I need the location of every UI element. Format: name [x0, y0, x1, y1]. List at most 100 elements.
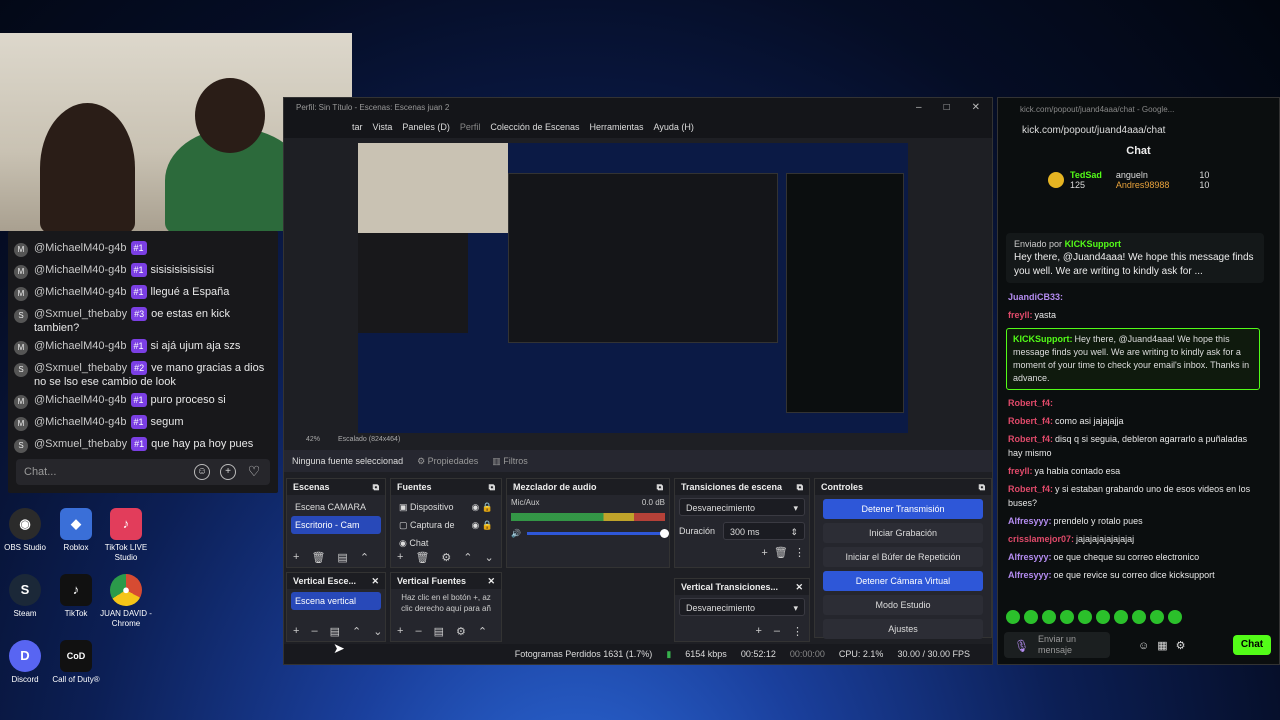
emote-icon[interactable]: [1168, 610, 1182, 624]
add-icon[interactable]: +: [293, 551, 299, 564]
chat-input[interactable]: Chat... ☺ + ♡: [16, 459, 270, 485]
scale-label[interactable]: Escalado (824x464): [338, 436, 400, 443]
vertical-transition-select[interactable]: Desvanecimiento ▾: [679, 598, 805, 616]
float-icon[interactable]: ⧉: [657, 482, 663, 493]
speaker-icon[interactable]: 🔊: [511, 529, 521, 538]
scene-item[interactable]: Escena CAMARA: [291, 498, 381, 516]
float-icon[interactable]: ⧉: [373, 482, 379, 493]
close-icon[interactable]: ✕: [972, 102, 980, 113]
emote-icon[interactable]: [1114, 610, 1128, 624]
desktop-icon-chrome[interactable]: ● JUAN DAVID - Chrome: [96, 574, 156, 629]
url-bar[interactable]: kick.com/popout/juand4aaa/chat: [998, 120, 1279, 140]
float-icon[interactable]: ⧉: [979, 482, 985, 493]
gear-icon[interactable]: ⚙: [1176, 640, 1194, 652]
emote-icon[interactable]: [1150, 610, 1164, 624]
mic-icon[interactable]: 🎙: [1014, 639, 1029, 653]
trash-icon[interactable]: 🗑: [311, 551, 325, 564]
stop-virtual-camera-button[interactable]: Detener Cámara Virtual: [823, 571, 983, 591]
trash-icon[interactable]: 🗑: [415, 551, 429, 564]
add-icon[interactable]: +: [397, 625, 403, 638]
source-item[interactable]: ▢ Captura de ◉ 🔒: [395, 516, 497, 534]
visibility-icon[interactable]: ◉ 🔒: [471, 516, 497, 534]
chat-username: @MichaelM40-g4b: [34, 416, 127, 428]
chevron-down-icon[interactable]: ⌄: [485, 551, 494, 564]
add-icon[interactable]: +: [397, 551, 403, 564]
chat-message: crisslamejor07: jajajajajajajajaj: [998, 530, 1268, 548]
studio-mode-button[interactable]: Modo Estudio: [823, 595, 983, 615]
emote-icon[interactable]: [1132, 610, 1146, 624]
emote-icon[interactable]: [1024, 610, 1038, 624]
maximize-icon[interactable]: □: [944, 102, 950, 113]
menu-scene-collection[interactable]: Colección de Escenas: [490, 122, 579, 132]
stop-streaming-button[interactable]: Detener Transmisión: [823, 499, 983, 519]
menu-profile[interactable]: Perfil: [460, 122, 481, 132]
pinned-message[interactable]: Enviado por KICKSupport Hey there, @Juan…: [1006, 233, 1264, 283]
desktop-icon-call-of-duty[interactable]: CoD Call of Duty®: [46, 640, 106, 685]
trash-icon[interactable]: 🗑: [774, 547, 788, 559]
zoom-level[interactable]: 42%: [306, 436, 320, 443]
source-item[interactable]: ▣ Dispositivo ◉ 🔒: [395, 498, 497, 516]
chevron-up-icon[interactable]: ⌃: [463, 551, 472, 564]
chevron-up-icon[interactable]: ⌃: [352, 625, 361, 638]
menu-tools[interactable]: Herramientas: [589, 122, 643, 132]
live-time: 00:52:12: [740, 649, 776, 659]
add-icon[interactable]: +: [220, 464, 236, 480]
replay-buffer-button[interactable]: Iniciar el Búfer de Repetición: [823, 547, 983, 567]
filter-icon[interactable]: ▤: [434, 625, 444, 638]
source-item[interactable]: ◉ Chat: [395, 534, 497, 552]
add-icon[interactable]: +: [761, 547, 767, 559]
emoji-icon[interactable]: ☺: [194, 464, 210, 480]
close-icon[interactable]: ✕: [487, 576, 495, 587]
emote-icon[interactable]: [1042, 610, 1056, 624]
float-icon[interactable]: ⧉: [489, 482, 495, 493]
emote-icon[interactable]: [1060, 610, 1074, 624]
menu-docks[interactable]: Paneles (D): [402, 122, 450, 132]
visibility-icon[interactable]: ◉ 🔒: [471, 498, 497, 516]
minimize-icon[interactable]: –: [916, 102, 922, 113]
gift-icon[interactable]: ▦: [1157, 640, 1175, 652]
heart-icon[interactable]: ♡: [246, 464, 262, 480]
remove-icon[interactable]: –: [774, 625, 780, 638]
more-icon[interactable]: ⋮: [792, 625, 803, 638]
transition-select[interactable]: Desvanecimiento ▾: [679, 498, 805, 516]
add-icon[interactable]: +: [293, 625, 299, 638]
chat-text: prendelo y rotalo pues: [1053, 516, 1143, 526]
person-right-head: [195, 78, 265, 153]
close-icon[interactable]: ✕: [795, 582, 803, 593]
filter-icon[interactable]: ▤: [337, 551, 347, 564]
gear-icon[interactable]: ⚙: [456, 625, 466, 638]
send-chat-button[interactable]: Chat: [1233, 635, 1271, 655]
duration-input[interactable]: 300 ms ⇕: [723, 522, 805, 540]
settings-button[interactable]: Ajustes: [823, 619, 983, 639]
menu-view[interactable]: Vista: [373, 122, 393, 132]
chevron-down-icon[interactable]: ⌄: [373, 625, 382, 638]
remove-icon[interactable]: –: [415, 625, 421, 638]
rank-badge: #2: [131, 361, 148, 375]
menu-help[interactable]: Ayuda (H): [654, 122, 694, 132]
chevron-up-icon[interactable]: ⌃: [360, 551, 369, 564]
add-icon[interactable]: +: [755, 625, 761, 638]
filters-button[interactable]: ▥ Filtros: [492, 456, 528, 467]
volume-slider[interactable]: [526, 529, 669, 538]
float-icon[interactable]: ⧉: [797, 482, 803, 493]
chevron-up-icon[interactable]: ⌃: [478, 625, 487, 638]
remove-icon[interactable]: –: [311, 625, 317, 638]
slider-handle[interactable]: [660, 529, 669, 538]
desktop-icon-tiktok-live[interactable]: ♪ TikTok LIVE Studio: [96, 508, 156, 563]
menu-edit[interactable]: tar: [352, 122, 363, 132]
emoji-icon[interactable]: ☺: [1138, 640, 1157, 652]
vertical-sources-hint: Haz clic en el botón +, az clic derecho …: [401, 593, 491, 613]
more-icon[interactable]: ⋮: [794, 547, 805, 559]
scene-item-selected[interactable]: Escritorio - Cam: [291, 516, 381, 534]
vertical-scene-item[interactable]: Escena vertical: [291, 592, 381, 610]
gear-icon[interactable]: ⚙: [441, 551, 451, 564]
obs-preview[interactable]: [358, 143, 908, 433]
close-icon[interactable]: ✕: [371, 576, 379, 587]
emote-icon[interactable]: [1006, 610, 1020, 624]
emote-icon[interactable]: [1096, 610, 1110, 624]
properties-button[interactable]: ⚙ Propiedades: [417, 456, 478, 467]
emote-icon[interactable]: [1078, 610, 1092, 624]
start-recording-button[interactable]: Iniciar Grabación: [823, 523, 983, 543]
filter-icon[interactable]: ▤: [330, 625, 340, 638]
kick-chat-window: kick.com/popout/juand4aaa/chat - Google.…: [997, 97, 1280, 665]
